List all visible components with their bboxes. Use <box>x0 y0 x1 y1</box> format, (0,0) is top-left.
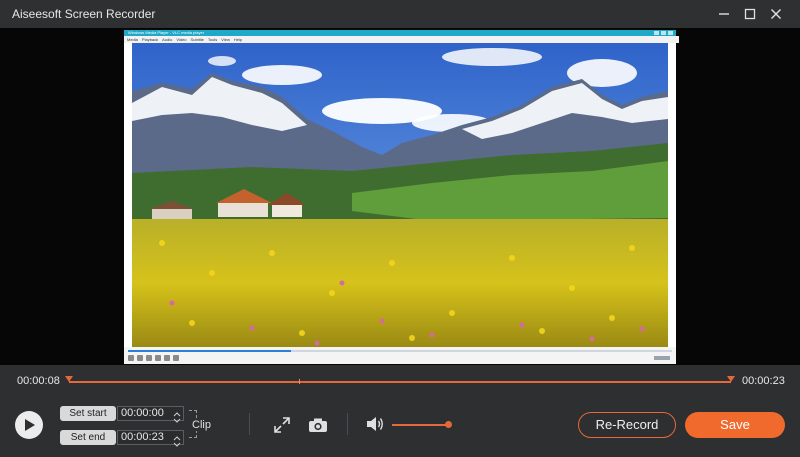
captured-volume <box>654 356 670 360</box>
minimize-button[interactable] <box>714 4 734 24</box>
snapshot-button[interactable] <box>307 415 329 435</box>
expand-icon <box>274 417 290 433</box>
chevron-down-icon <box>173 442 181 447</box>
chevron-down-icon <box>173 418 181 423</box>
control-panel: 00:00:08 00:00:23 Set start 00:00:00 Set… <box>0 365 800 457</box>
speaker-icon <box>367 417 383 431</box>
end-time-field[interactable]: 00:00:23 <box>117 430 184 447</box>
captured-menu-item: Playback <box>141 37 159 42</box>
app-title: Aiseesoft Screen Recorder <box>12 7 156 21</box>
captured-menu-item: Help <box>233 37 243 42</box>
fullscreen-button[interactable] <box>272 415 292 435</box>
captured-player-controls <box>124 347 676 364</box>
timeline-track[interactable] <box>69 379 731 384</box>
captured-menu-item: Video <box>176 37 187 42</box>
captured-window-controls <box>654 31 673 35</box>
clip-start-handle[interactable] <box>65 376 73 382</box>
captured-window-menubar: Media Playback Audio Video Subtitle Tool… <box>124 36 679 43</box>
start-time-field[interactable]: 00:00:00 <box>117 406 184 423</box>
captured-window: Windows Media Player - VLC media player … <box>124 30 679 364</box>
volume-slider-handle[interactable] <box>444 421 452 428</box>
start-time-stepper[interactable] <box>173 408 181 423</box>
rerecord-button[interactable]: Re-Record <box>578 412 676 438</box>
volume-button[interactable] <box>364 414 386 434</box>
maximize-icon <box>744 8 756 20</box>
maximize-button[interactable] <box>740 4 760 24</box>
divider <box>347 413 348 435</box>
save-button[interactable]: Save <box>685 412 785 438</box>
close-button[interactable] <box>766 4 786 24</box>
total-time: 00:00:23 <box>742 375 785 387</box>
timeline-playhead[interactable] <box>299 379 300 384</box>
close-icon <box>771 9 781 19</box>
play-button[interactable] <box>15 411 43 439</box>
set-end-button[interactable]: Set end <box>60 430 116 445</box>
end-time-stepper[interactable] <box>173 432 181 447</box>
set-start-button[interactable]: Set start <box>60 406 116 421</box>
divider <box>249 413 250 435</box>
captured-menu-item: Media <box>127 37 138 42</box>
captured-menu-item: View <box>221 37 230 42</box>
title-bar: Aiseesoft Screen Recorder <box>0 0 800 28</box>
minimize-icon <box>719 13 729 15</box>
clip-button[interactable]: Clip <box>190 419 213 431</box>
current-time: 00:00:08 <box>17 375 60 387</box>
camera-icon <box>309 418 327 432</box>
captured-menu-item: Tools <box>207 37 218 42</box>
landscape-image <box>132 43 668 347</box>
preview-area: Windows Media Player - VLC media player … <box>0 28 800 365</box>
clip-end-handle[interactable] <box>727 376 735 382</box>
play-icon <box>25 419 35 431</box>
captured-menu-item: Subtitle <box>190 37 204 42</box>
video-frame <box>132 43 668 347</box>
volume-slider[interactable] <box>392 424 448 426</box>
captured-seekbar <box>128 350 672 352</box>
start-time-value: 00:00:00 <box>121 407 164 419</box>
captured-menu-item: Audio <box>162 37 173 42</box>
captured-player-buttons <box>128 355 179 361</box>
end-time-value: 00:00:23 <box>121 431 164 443</box>
captured-seekbar-fill <box>128 350 292 352</box>
